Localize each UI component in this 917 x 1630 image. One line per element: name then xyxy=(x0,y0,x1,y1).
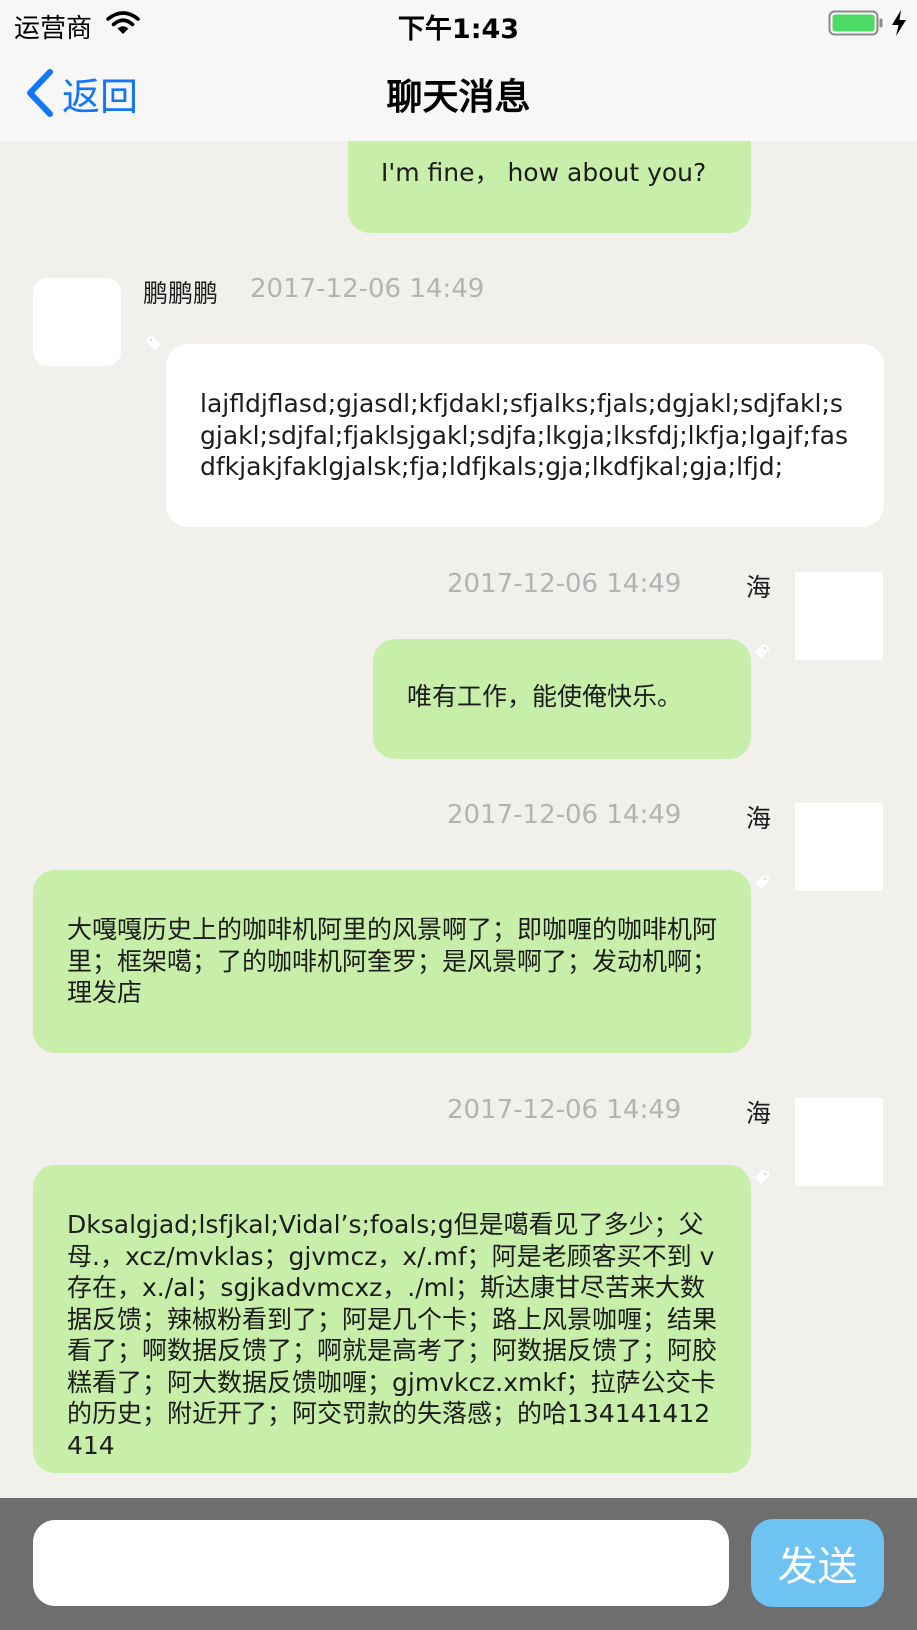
message-bubble-incoming[interactable]: lajfldjflasd;gjasdl;kfjdakl;sfjalks;fjal… xyxy=(166,344,884,527)
message-input[interactable] xyxy=(33,1520,729,1606)
tag-icon xyxy=(755,875,769,889)
avatar[interactable] xyxy=(795,1098,883,1186)
message-text: 大嘎嘎历史上的咖啡机阿里的风景啊了；即咖喱的咖啡机阿里；框架噶；了的咖啡机阿奎罗… xyxy=(67,915,718,1007)
tag-icon xyxy=(147,336,161,350)
sender-name: 海 xyxy=(746,804,772,833)
avatar[interactable] xyxy=(33,278,121,366)
charging-bolt-icon xyxy=(892,10,906,36)
message-text: I'm fine， how about you? xyxy=(381,158,707,187)
message-timestamp: 2017-12-06 14:49 xyxy=(447,800,682,830)
message-list[interactable]: I'm fine， how about you? 鹏鹏鹏 2017-12-06 … xyxy=(0,141,917,1498)
message-bubble-outgoing[interactable]: Dksalgjad;lsfjkal;Vidal’s;foals;g但是噶看见了多… xyxy=(33,1165,751,1473)
message-timestamp: 2017-12-06 14:49 xyxy=(447,569,682,599)
message-text: 唯有工作，能使俺快乐。 xyxy=(407,682,683,711)
message-bubble-outgoing[interactable]: 大嘎嘎历史上的咖啡机阿里的风景啊了；即咖喱的咖啡机阿里；框架噶；了的咖啡机阿奎罗… xyxy=(33,870,751,1053)
sender-name: 海 xyxy=(746,1099,772,1128)
tag-icon xyxy=(755,644,769,658)
message-timestamp: 2017-12-06 14:49 xyxy=(447,1095,682,1125)
status-time: 下午1:43 xyxy=(397,14,520,45)
tag-icon xyxy=(755,1170,769,1184)
send-button[interactable]: 发送 xyxy=(751,1519,884,1607)
message-text: lajfldjflasd;gjasdl;kfjdakl;sfjalks;fjal… xyxy=(200,389,849,481)
input-bar: 发送 xyxy=(0,1498,917,1630)
avatar[interactable] xyxy=(795,572,883,660)
battery-full-icon xyxy=(828,10,883,36)
message-bubble-outgoing[interactable]: 唯有工作，能使俺快乐。 xyxy=(373,639,751,759)
message-timestamp: 2017-12-06 14:49 xyxy=(250,274,485,304)
message-bubble-outgoing[interactable]: I'm fine， how about you? xyxy=(348,141,751,233)
nav-bar: 返回 聊天消息 xyxy=(0,46,917,141)
status-bar: 运营商 下午1:43 xyxy=(0,0,917,46)
message-text: Dksalgjad;lsfjkal;Vidal’s;foals;g但是噶看见了多… xyxy=(67,1210,718,1460)
sender-name: 鹏鹏鹏 xyxy=(143,279,219,308)
page-title: 聊天消息 xyxy=(386,77,531,118)
sender-name: 海 xyxy=(746,573,772,602)
avatar[interactable] xyxy=(795,803,883,891)
